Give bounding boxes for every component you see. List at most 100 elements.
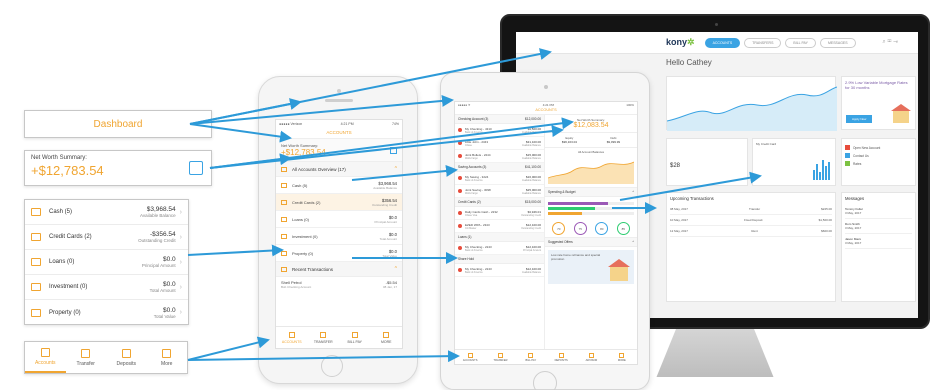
chevron-right-icon: › xyxy=(179,233,182,241)
tab-deposits[interactable]: DEPOSITS xyxy=(546,350,576,364)
tab-accounts[interactable]: ACCOUNTS xyxy=(704,37,741,48)
account-row[interactable]: My Checking - 2243 Bank of America $12,100… xyxy=(455,264,544,277)
chevron-up-icon: ^ xyxy=(394,266,397,272)
callout-account-property[interactable]: Property (0) $0.0 Total Value › xyxy=(25,300,188,325)
callout-account-cash[interactable]: Cash (5) $3,968.54 Available Balance › xyxy=(25,200,188,225)
budget-bars xyxy=(545,197,637,220)
balance-chart-card xyxy=(666,76,838,131)
section-header: Saving Accounts (3) $41,100.00 xyxy=(455,163,544,172)
account-row[interactable]: Joint Saving - 3098 Wells Fargo $25,000.00… xyxy=(455,185,544,198)
account-row-loans[interactable]: Loans (0) $0.0 Principal Amount xyxy=(276,211,402,228)
deposits-icon xyxy=(121,348,131,358)
account-row-cash[interactable]: Cash (5) $3,968.54 Available Balance xyxy=(276,177,402,194)
desktop-header: kony✲ ACCOUNTS TRANSFERS BILL PAY MESSAG… xyxy=(516,32,918,54)
tab-accounts[interactable]: ACCOUNTS xyxy=(455,350,485,364)
account-row-investment[interactable]: Investment (0) $0.0 Total Amount xyxy=(276,228,402,245)
net-worth-callout: Net Worth Summary: +$12,783.54 xyxy=(24,150,212,186)
account-row[interactable]: My Checking - 2243 Bank of America $12,100… xyxy=(455,242,544,255)
recent-transactions-header[interactable]: Recent Transactions ^ xyxy=(276,262,402,277)
tab-bill-pay[interactable]: BILL PAY xyxy=(516,350,546,364)
quick-link-rates[interactable]: Rates xyxy=(845,161,912,166)
tab-more[interactable]: MORE xyxy=(607,350,637,364)
upcoming-row[interactable]: 08 May, 2017 Transfer $225.00 xyxy=(670,204,832,215)
tab-more[interactable]: MORE xyxy=(371,327,403,348)
account-row[interactable]: Daily Cards Cash - 2232 Chase Visa $3,946.… xyxy=(455,207,544,220)
monitor-stand xyxy=(656,329,774,377)
bar-chart-icon[interactable] xyxy=(189,161,203,175)
section-header: Credit Cards (2) $15,000.00 xyxy=(455,198,544,207)
spending-budget-header[interactable]: Spending & Budget ^ xyxy=(545,188,637,197)
tablet-net-worth: Net Worth Summary: $12,083.54 xyxy=(545,115,637,133)
upcoming-row[interactable]: 12 May, 2017 Rent $600.00 xyxy=(670,226,832,237)
budget-circles: 70 75 80 85 xyxy=(545,220,637,238)
tab-messages[interactable]: MESSAGES xyxy=(819,37,856,48)
budget-ring[interactable]: 70 xyxy=(552,222,566,235)
transaction-row[interactable]: Shell Petrol Bob Checking Account -$5.54 0… xyxy=(276,277,402,292)
tab-bill-pay[interactable]: BILL PAY xyxy=(339,327,371,348)
chart-icon[interactable] xyxy=(390,147,397,154)
kony-logo[interactable]: kony✲ xyxy=(666,37,695,48)
quick-link-open-account[interactable]: Open New Account xyxy=(845,145,912,150)
account-row[interactable]: Little John - 2343 Chase $31,100.00 Availab… xyxy=(455,137,544,150)
nav-more[interactable]: More xyxy=(147,342,188,373)
nav-callout: Accounts Transfer Deposits More xyxy=(24,341,188,374)
account-row-property[interactable]: Property (0) $0.0 Total Value xyxy=(276,245,402,262)
accounts-overview-header[interactable]: All Accounts Overview (17) ^ xyxy=(276,162,402,177)
header-icons[interactable]: ⌕ ✉ ⇥ xyxy=(882,39,898,46)
nav-deposits[interactable]: Deposits xyxy=(106,342,147,373)
tab-advisor[interactable]: ADVISOR xyxy=(576,350,606,364)
tab-transfers[interactable]: TRANSFERS xyxy=(744,37,782,48)
tab-bill-pay[interactable]: BILL PAY xyxy=(785,37,816,48)
budget-ring[interactable]: 75 xyxy=(573,222,587,235)
credit-card-summary[interactable]: My Credit Card xyxy=(752,138,836,186)
section-header: Checking Account (3) $12,000.00 xyxy=(455,115,544,124)
credit-card-label: My Credit Card xyxy=(756,142,777,146)
account-row[interactable]: My Checking - 4310 Bank of America $4,500.… xyxy=(455,124,544,137)
message-item[interactable]: Jason Maxx 3 May, 2017 xyxy=(845,234,912,249)
callout-account-investment[interactable]: Investment (0) $0.0 Total Amount › xyxy=(25,275,188,300)
phone-device: ●●●●● Verizon 4:21 PM 74% ACCOUNTS Net Wor… xyxy=(258,76,418,384)
dashboard-callout: Dashboard xyxy=(24,110,212,138)
quick-link-contact[interactable]: Contact Us xyxy=(845,153,912,158)
camera-icon xyxy=(715,23,718,26)
account-row[interactable]: My Saving - 3224 Bank of America $16,000.0… xyxy=(455,172,544,185)
account-balances-chart: All Account Balances xyxy=(545,148,637,188)
tablet-device: ●●●●● ✈ 4:21 PM 100% ACCOUNTS Checking Acc… xyxy=(440,72,650,390)
transactions-icon xyxy=(281,266,287,272)
home-button[interactable] xyxy=(321,355,343,377)
nav-accounts[interactable]: Accounts xyxy=(25,342,66,373)
net-worth-value: +$12,783.54 xyxy=(31,163,104,178)
nav-transfer[interactable]: Transfer xyxy=(66,342,107,373)
tablet-accounts-list: Checking Account (3) $12,000.00 My Checki… xyxy=(455,115,545,361)
mortgage-promo-card[interactable]: 2.9% Low Variable Mortgage Rates for 30 … xyxy=(841,76,916,130)
phone-bottom-nav: ACCOUNTS TRANSFER BILL PAY MORE xyxy=(276,326,402,348)
upcoming-row[interactable]: 10 May, 2017 Fixed Deposit $1,500.00 xyxy=(670,215,832,226)
camera-icon xyxy=(544,85,548,89)
loan-icon xyxy=(31,258,41,266)
section-header: Share Hold xyxy=(455,255,544,264)
apply-now-button[interactable]: Apply Now xyxy=(846,115,873,123)
tab-transfer[interactable]: TRANSFER xyxy=(485,350,515,364)
account-row-credit-cards[interactable]: Credit Cards (2) $356.54 Outstanding Credi… xyxy=(276,194,402,211)
account-row[interactable]: EZED WPA - 2343 Citi Master $12,100.00 Outs… xyxy=(455,220,544,233)
budget-ring[interactable]: 80 xyxy=(595,222,609,235)
house-icon xyxy=(608,259,630,281)
tablet-screen: ●●●●● ✈ 4:21 PM 100% ACCOUNTS Checking Acc… xyxy=(454,101,638,365)
callout-account-loans[interactable]: Loans (0) $0.0 Principal Amount › xyxy=(25,250,188,275)
message-item[interactable]: Tommy Fuller 3 May, 2017 xyxy=(845,204,912,219)
net-worth-label: Net Worth Summary: xyxy=(31,155,87,161)
message-item[interactable]: Dom Smith 3 May, 2017 xyxy=(845,219,912,234)
card-summary-1[interactable]: $28 xyxy=(666,138,748,186)
budget-ring[interactable]: 85 xyxy=(616,222,630,235)
dashboard-label: Dashboard xyxy=(93,118,143,130)
section-header: Loans (1) xyxy=(455,233,544,242)
offer-card[interactable]: Low rate home refinance and special prom… xyxy=(548,250,634,284)
callout-account-credit-cards[interactable]: Credit Cards (2) -$356.54 Outstanding Cre… xyxy=(25,225,188,250)
account-row[interactable]: Joint Bullets - 2244 Wells Fargo $15,000.0… xyxy=(455,150,544,163)
tab-accounts[interactable]: ACCOUNTS xyxy=(276,327,308,348)
tablet-title: ACCOUNTS xyxy=(455,108,637,115)
home-button[interactable] xyxy=(533,371,557,390)
promo-text: 2.9% Low Variable Mortgage Rates for 30 … xyxy=(845,80,908,90)
suggested-offers-header[interactable]: Suggested Offers ^ xyxy=(545,238,637,247)
tab-transfer[interactable]: TRANSFER xyxy=(308,327,340,348)
